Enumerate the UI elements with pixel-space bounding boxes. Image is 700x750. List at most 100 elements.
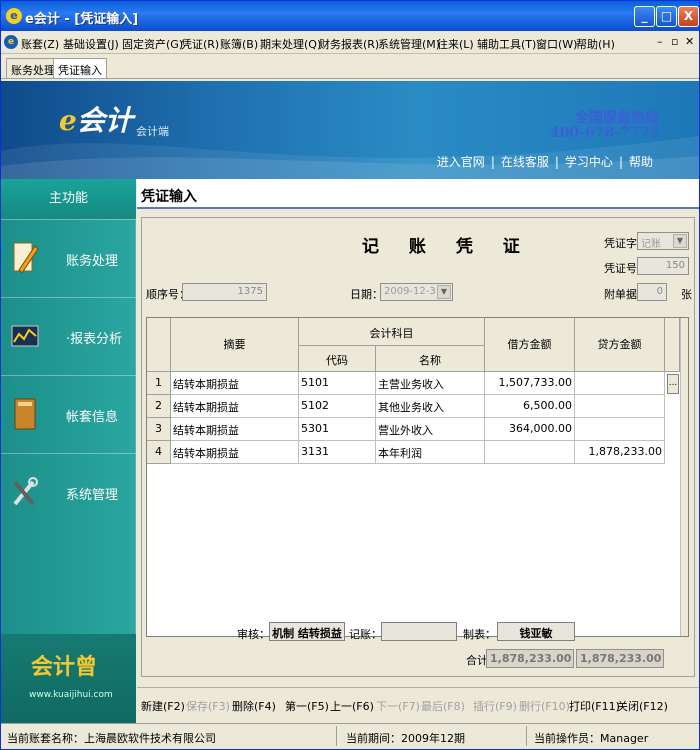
- new-button[interactable]: 新建(F2): [141, 698, 185, 714]
- cell-debit[interactable]: 364,000.00: [485, 418, 575, 441]
- cell-name[interactable]: 营业外收入: [376, 418, 485, 441]
- link-official-site[interactable]: 进入官网: [431, 155, 491, 169]
- cell-credit[interactable]: [575, 372, 665, 395]
- chart-icon: [11, 318, 39, 354]
- menu-account[interactable]: 账套(Z): [21, 36, 59, 52]
- vertical-scrollbar[interactable]: [680, 318, 688, 636]
- app-icon: e: [6, 8, 22, 24]
- toolbar: 新建(F2) 保存(F3) 删除(F4) 第一(F5) 上一(F6) 下一(F7…: [137, 687, 699, 723]
- voucher-number-field[interactable]: 150: [637, 257, 689, 275]
- menu-basic-settings[interactable]: 基础设置(J): [63, 36, 119, 52]
- mdi-close-icon[interactable]: ✕: [685, 35, 694, 48]
- status-operator: 当前操作员：Manager: [534, 732, 649, 745]
- maker-label: 制表：: [463, 628, 496, 641]
- attachments-label: 附单据: [604, 288, 637, 301]
- menu-system[interactable]: 系统管理(M): [378, 36, 440, 52]
- cell-summary[interactable]: 结转本期损益: [171, 395, 299, 418]
- print-button[interactable]: 打印(F11): [569, 698, 620, 714]
- mdi-minimize-icon[interactable]: –: [657, 35, 663, 48]
- cell-summary[interactable]: 结转本期损益: [171, 372, 299, 395]
- sidebar-item-label: ·报表分析: [66, 332, 123, 347]
- menu-window[interactable]: 窗口(W): [536, 36, 577, 52]
- voucher-number-label: 凭证号: [604, 262, 637, 275]
- row-header-corner: [147, 318, 171, 372]
- tab-accounting[interactable]: 账务处理: [6, 58, 60, 78]
- cell-name[interactable]: 主营业务收入: [376, 372, 485, 395]
- row-number: 3: [147, 418, 171, 441]
- cell-code[interactable]: 3131: [299, 441, 376, 464]
- sidebar-item-account-info[interactable]: 帐套信息: [1, 375, 136, 453]
- column-header-account: 会计科目: [299, 318, 485, 346]
- total-debit-field: 1,878,233.00: [486, 649, 574, 668]
- logo-subtitle: 会计端: [136, 125, 169, 138]
- document-icon[interactable]: e: [4, 35, 18, 49]
- cell-summary[interactable]: 结转本期损益: [171, 441, 299, 464]
- menu-fixed-assets[interactable]: 固定资产(G): [122, 36, 183, 52]
- menu-financial-reports[interactable]: 财务报表(R): [319, 36, 379, 52]
- minimize-button[interactable]: _: [634, 6, 655, 27]
- delete-button[interactable]: 删除(F4): [232, 698, 276, 714]
- voucher-type-select[interactable]: 记账 ▼: [637, 232, 689, 250]
- voucher-entry-table: 摘要 会计科目 代码 名称 借方金额 贷方金额 1 结转本期损益 5101 主营…: [146, 317, 689, 637]
- status-account: 当前账套名称：上海晨欧软件技术有限公司: [7, 732, 216, 745]
- column-header-name: 名称: [376, 346, 485, 372]
- header-links: 进入官网 | 在线客服 | 学习中心 | 帮助: [431, 153, 659, 170]
- cell-name[interactable]: 其他业务收入: [376, 395, 485, 418]
- cell-credit[interactable]: [575, 395, 665, 418]
- lookup-ellipsis-button[interactable]: ...: [667, 374, 679, 394]
- last-button[interactable]: 最后(F8): [421, 698, 465, 714]
- main-content: 凭证输入 记 账 凭 证 凭证字 记账 ▼ 凭证号 150 顺序号： 1375 日…: [137, 179, 699, 723]
- cell-debit[interactable]: 1,507,733.00: [485, 372, 575, 395]
- maximize-button[interactable]: □: [656, 6, 677, 27]
- tab-voucher-entry[interactable]: 凭证输入: [53, 58, 107, 78]
- sidebar: 主功能 账务处理 ·报表分析 帐套信息 系统管理 会计曾 www.kuaijih…: [1, 179, 136, 723]
- menu-help[interactable]: 帮助(H): [576, 36, 615, 52]
- menu-ledger[interactable]: 账簿(B): [220, 36, 258, 52]
- link-online-support[interactable]: 在线客服: [495, 155, 555, 169]
- menu-tools[interactable]: 辅助工具(T): [477, 36, 536, 52]
- link-help[interactable]: 帮助: [623, 155, 659, 169]
- title-bar[interactable]: e e会计 - [凭证输入] _ □ X: [1, 1, 699, 31]
- cell-debit[interactable]: 6,500.00: [485, 395, 575, 418]
- menu-voucher[interactable]: 凭证(R): [181, 36, 219, 52]
- attachments-field[interactable]: 0: [637, 283, 667, 301]
- menu-period-end[interactable]: 期末处理(Q): [260, 36, 321, 52]
- audit-field: 机制 结转损益: [269, 622, 345, 641]
- close-button[interactable]: X: [678, 6, 699, 27]
- sidebar-item-report-analysis[interactable]: ·报表分析: [1, 297, 136, 375]
- cell-code[interactable]: 5102: [299, 395, 376, 418]
- cell-credit[interactable]: [575, 418, 665, 441]
- sequence-field[interactable]: 1375: [182, 283, 267, 301]
- date-select[interactable]: 2009-12-31 ▼: [380, 283, 453, 301]
- save-button[interactable]: 保存(F3): [186, 698, 230, 714]
- next-button[interactable]: 下一(F7): [376, 698, 420, 714]
- previous-button[interactable]: 上一(F6): [330, 698, 374, 714]
- book-icon: [11, 396, 39, 432]
- header-banner: e会计 会计端 全国服务热线 400-678-7775 进入官网 | 在线客服 | 学习…: [1, 81, 699, 179]
- cell-name[interactable]: 本年利润: [376, 441, 485, 464]
- post-field: [381, 622, 457, 641]
- sidebar-item-system-management[interactable]: 系统管理: [1, 453, 136, 531]
- link-learning-center[interactable]: 学习中心: [559, 155, 619, 169]
- delete-row-button[interactable]: 删行(F10): [519, 698, 570, 714]
- cell-summary[interactable]: 结转本期损益: [171, 418, 299, 441]
- chevron-down-icon[interactable]: ▼: [437, 285, 451, 299]
- menu-bar: e 账套(Z) 基础设置(J) 固定资产(G) 凭证(R) 账簿(B) 期末处理…: [1, 32, 699, 54]
- total-credit-field: 1,878,233.00: [576, 649, 664, 668]
- sidebar-item-label: 系统管理: [66, 488, 119, 503]
- cell-code[interactable]: 5101: [299, 372, 376, 395]
- post-label: 记账：: [349, 628, 382, 641]
- close-form-button[interactable]: 关闭(F12): [617, 698, 668, 714]
- date-label: 日期：: [350, 288, 383, 301]
- cell-debit[interactable]: [485, 441, 575, 464]
- first-button[interactable]: 第一(F5): [285, 698, 329, 714]
- cell-credit[interactable]: 1,878,233.00: [575, 441, 665, 464]
- row-number: 1: [147, 372, 171, 395]
- menu-contacts[interactable]: 往来(L): [437, 36, 474, 52]
- chevron-down-icon[interactable]: ▼: [673, 234, 687, 248]
- sidebar-item-accounting[interactable]: 账务处理: [1, 219, 136, 297]
- insert-row-button[interactable]: 插行(F9): [473, 698, 517, 714]
- hotline-phone: 400-678-7775: [549, 125, 659, 141]
- mdi-restore-icon[interactable]: ▫: [671, 35, 678, 48]
- cell-code[interactable]: 5301: [299, 418, 376, 441]
